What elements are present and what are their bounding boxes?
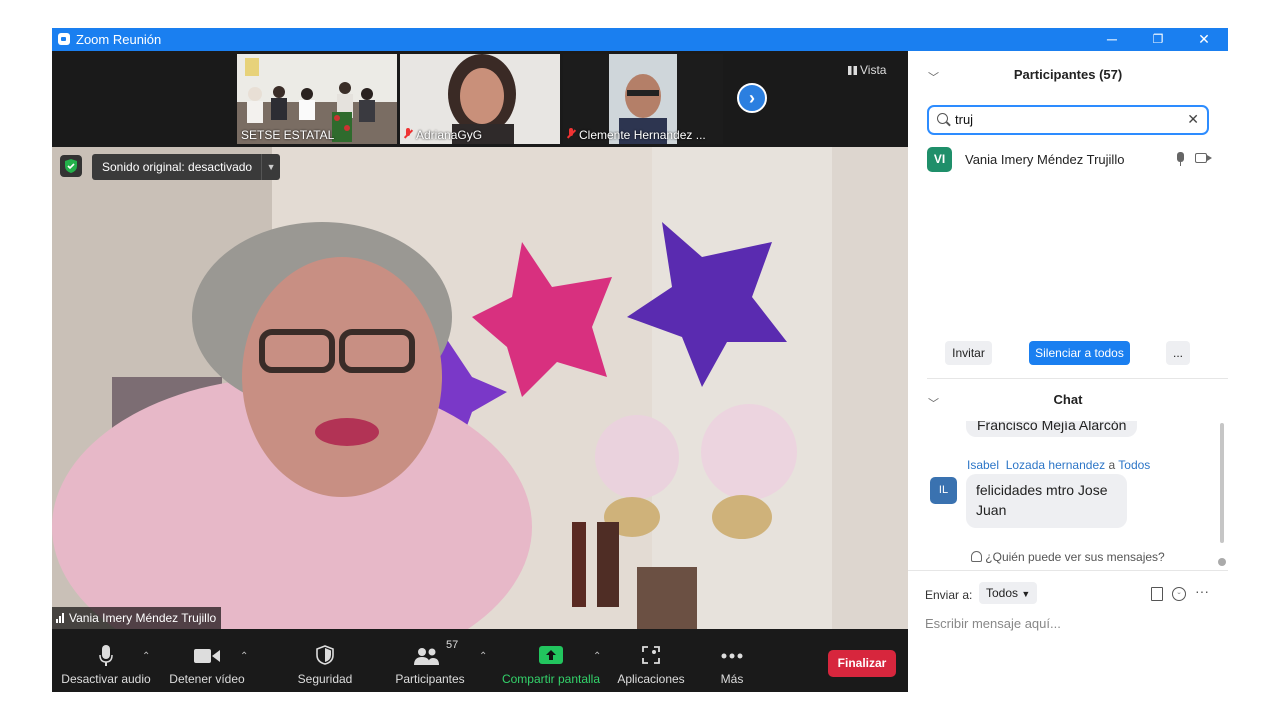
emoji-icon[interactable]: ᵕ: [1172, 587, 1186, 601]
chat-sender: Isabel Lozada hernandez a Todos: [967, 458, 1151, 472]
meeting-toolbar: Desactivar audio ⌃ Detener vídeo ⌃ Segur…: [52, 629, 908, 692]
participants-options-caret[interactable]: ⌃: [479, 651, 487, 662]
panel-divider: [927, 378, 1228, 379]
zoom-logo-icon: [58, 33, 70, 45]
original-sound-toggle[interactable]: Sonido original: desactivado ▼: [92, 154, 281, 180]
video-area: SETSE ESTATAL AdrianaGyG Clemente Hernan…: [52, 51, 908, 692]
chat-title: Chat: [1053, 392, 1083, 407]
chevron-down-icon: ▼: [1021, 589, 1031, 599]
share-screen-button[interactable]: Compartir pantalla: [500, 629, 602, 692]
mute-all-button[interactable]: Silenciar a todos: [1029, 341, 1130, 365]
send-to-select[interactable]: Todos ▼: [979, 582, 1038, 604]
security-shield-icon[interactable]: [60, 155, 82, 177]
video-camera-icon: [1195, 153, 1212, 163]
more-dots-icon: [721, 653, 743, 659]
video-camera-icon: [194, 649, 220, 663]
participant-name: Vania Imery Méndez Trujillo: [965, 152, 1125, 167]
participants-title: Participantes (57): [1013, 67, 1123, 82]
invite-button[interactable]: Invitar: [945, 341, 992, 365]
participants-count: 57: [446, 639, 459, 651]
search-value: truj: [955, 112, 974, 127]
signal-bars-icon: [56, 608, 65, 629]
chat-message-input[interactable]: Escribir mensaje aquí...: [925, 616, 1215, 631]
stop-video-button[interactable]: Detener vídeo: [164, 629, 250, 692]
speaker-video-frame: [52, 147, 908, 629]
microphone-icon: [1177, 152, 1184, 166]
zoom-window: Zoom Reunión ─ ❐ ✕ SETSE ESTATAL Adriana…: [52, 28, 1228, 692]
grid-icon: [848, 66, 857, 75]
participant-list-item[interactable]: VI Vania Imery Méndez Trujillo: [927, 147, 1217, 173]
main-video: Sonido original: desactivado ▼ Vania Ime…: [52, 147, 908, 629]
more-button[interactable]: Más: [707, 629, 757, 692]
thumb-name: Clemente Hernandez ...: [567, 128, 706, 142]
participant-search-input[interactable]: truj ✕: [927, 105, 1209, 135]
speaker-name-label: Vania Imery Méndez Trujillo: [52, 607, 222, 629]
chat-messages: Francisco Mejía Alarcón Isabel Lozada he…: [908, 421, 1228, 567]
person-lock-icon: [971, 551, 983, 562]
participants-button[interactable]: 57 Participantes: [390, 629, 470, 692]
microphone-icon: [99, 645, 113, 666]
end-meeting-button[interactable]: Finalizar: [828, 650, 896, 677]
chat-bubble: Francisco Mejía Alarcón: [966, 421, 1138, 437]
share-screen-icon: [539, 646, 563, 664]
shield-icon: [316, 645, 334, 665]
view-button[interactable]: Vista: [848, 63, 886, 77]
thumbnail-strip: SETSE ESTATAL AdrianaGyG Clemente Hernan…: [52, 51, 908, 147]
thumb-name: SETSE ESTATAL: [241, 128, 335, 142]
muted-mic-icon: [404, 128, 412, 139]
mute-audio-button[interactable]: Desactivar audio: [58, 629, 154, 692]
muted-mic-icon: [567, 128, 575, 139]
title-bar: Zoom Reunión ─ ❐ ✕: [52, 28, 1228, 51]
participant-thumb[interactable]: Clemente Hernandez ...: [563, 54, 723, 144]
window-title: Zoom Reunión: [76, 32, 162, 47]
chevron-down-icon[interactable]: ▼: [261, 154, 280, 180]
clear-search-icon[interactable]: ✕: [1187, 111, 1199, 128]
close-button[interactable]: ✕: [1181, 28, 1227, 51]
next-page-button[interactable]: ›: [737, 83, 767, 113]
side-panel: ﹀ Participantes (57) truj ✕ VI Vania Ime…: [908, 51, 1228, 692]
thumb-name: AdrianaGyG: [404, 128, 482, 142]
share-options-caret[interactable]: ⌃: [593, 651, 601, 662]
participants-more-button[interactable]: ...: [1166, 341, 1190, 365]
chat-bubble: felicidades mtro Jose Juan: [966, 474, 1127, 528]
security-button[interactable]: Seguridad: [288, 629, 362, 692]
chat-more-icon[interactable]: ···: [1195, 583, 1209, 599]
audio-options-caret[interactable]: ⌃: [142, 651, 150, 662]
avatar: IL: [930, 477, 957, 504]
apps-icon: [642, 646, 660, 664]
send-to-label: Enviar a:: [925, 588, 973, 602]
file-icon[interactable]: [1151, 587, 1163, 601]
minimize-button[interactable]: ─: [1089, 28, 1135, 51]
restore-button[interactable]: ❐: [1135, 28, 1181, 51]
video-options-caret[interactable]: ⌃: [240, 651, 248, 662]
avatar: VI: [927, 147, 952, 172]
apps-button[interactable]: Aplicaciones: [612, 629, 690, 692]
chat-scrollbar[interactable]: [1220, 423, 1224, 543]
who-can-see-link[interactable]: ¿Quién puede ver sus mensajes?: [908, 550, 1228, 564]
search-icon: [937, 113, 948, 124]
chat-input-divider: [908, 570, 1228, 571]
participant-thumb[interactable]: AdrianaGyG: [400, 54, 560, 144]
participant-thumb[interactable]: SETSE ESTATAL: [237, 54, 397, 144]
people-icon: [414, 648, 439, 665]
